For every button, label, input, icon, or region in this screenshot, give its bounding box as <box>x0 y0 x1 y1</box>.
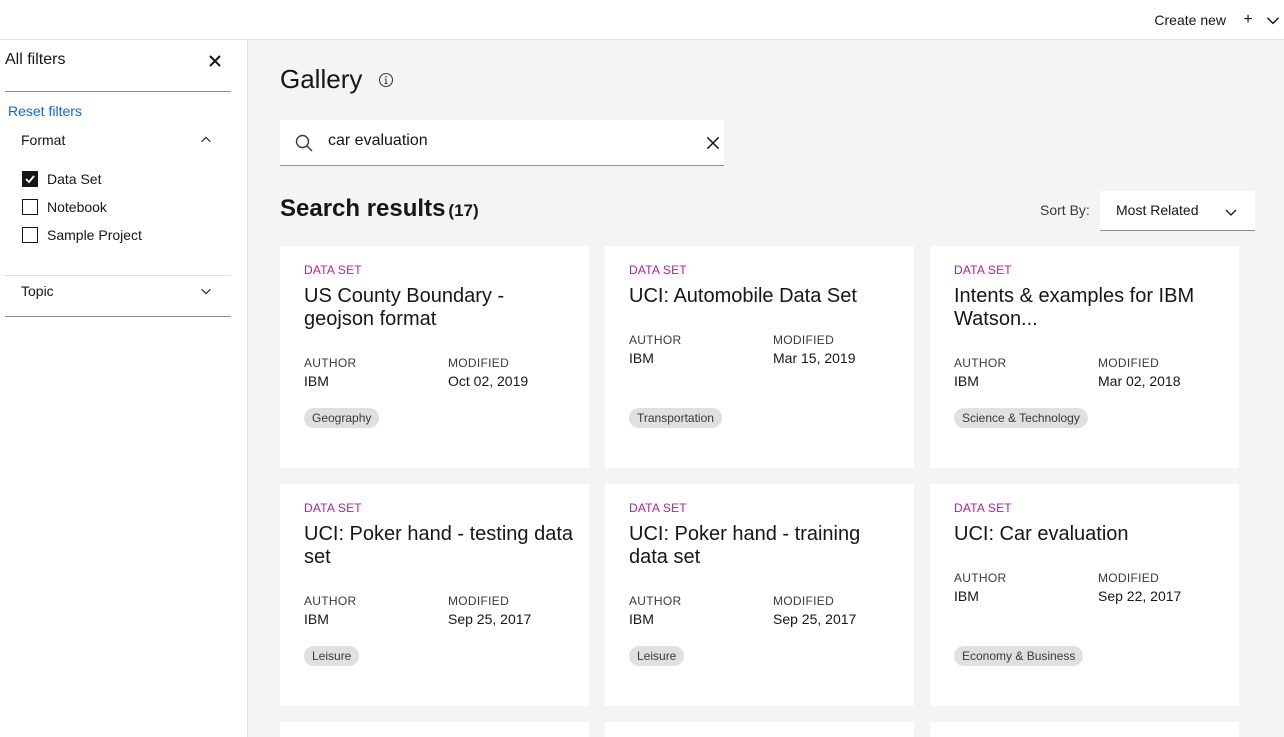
card-kind: DATA SET <box>629 263 687 277</box>
topic-tag: Economy & Business <box>954 646 1084 666</box>
card-title[interactable]: UCI: Automobile Data Set <box>629 285 899 308</box>
search-input[interactable] <box>328 132 688 150</box>
author-value: IBM <box>304 373 329 389</box>
topic-tag: Transportation <box>629 408 722 428</box>
topic-tag: Leisure <box>629 646 685 666</box>
dataset-card[interactable]: DATA SET Intents & examples for IBM Wats… <box>930 246 1239 468</box>
card-title[interactable]: UCI: Car evaluation <box>954 523 1224 546</box>
info-icon[interactable] <box>378 72 394 88</box>
card-title[interactable]: UCI: Poker hand - testing data set <box>304 523 574 569</box>
dataset-card[interactable]: DATA SET UCI: Car evaluation AUTHOR IBM M… <box>930 484 1239 706</box>
checkbox[interactable] <box>22 227 38 243</box>
topic-heading: Topic <box>21 283 54 299</box>
topic-accordion-header[interactable]: Topic <box>21 281 213 301</box>
search-results-heading: Search results (17) <box>280 195 479 223</box>
format-accordion-header[interactable]: Format <box>21 130 213 150</box>
format-heading: Format <box>21 132 66 148</box>
dataset-card[interactable]: DATA SET UCI: Automobile Data Set AUTHOR… <box>605 246 914 468</box>
topic-tag: Science & Technology <box>954 408 1088 428</box>
card-kind: DATA SET <box>629 501 687 515</box>
sort-label: Sort By: <box>1040 202 1090 218</box>
modified-value: Oct 02, 2019 <box>448 373 529 389</box>
filter-option-label: Notebook <box>47 199 107 215</box>
author-value: IBM <box>304 611 329 627</box>
modified-value: Sep 25, 2017 <box>448 611 532 627</box>
author-value: IBM <box>954 588 979 604</box>
modified-value: Sep 22, 2017 <box>1098 588 1182 604</box>
filters-title: All filters <box>5 51 66 68</box>
plus-icon: + <box>1243 11 1253 28</box>
divider <box>5 316 231 317</box>
dataset-card[interactable] <box>280 722 589 737</box>
card-title[interactable]: UCI: Poker hand - training data set <box>629 523 899 569</box>
modified-label: MODIFIED <box>448 356 510 370</box>
dataset-card[interactable]: DATA SET UCI: Poker hand - testing data … <box>280 484 589 706</box>
filter-option-label: Sample Project <box>47 227 142 243</box>
modified-label: MODIFIED <box>773 594 835 608</box>
author-label: AUTHOR <box>304 356 357 370</box>
close-icon[interactable] <box>207 53 223 69</box>
author-value: IBM <box>629 611 654 627</box>
card-kind: DATA SET <box>304 501 362 515</box>
search-icon <box>295 134 313 152</box>
filter-option-label: Data Set <box>47 171 102 187</box>
author-value: IBM <box>629 350 654 366</box>
page-title: Gallery <box>280 64 363 94</box>
topic-tag: Leisure <box>304 646 360 666</box>
card-title[interactable]: Intents & examples for IBM Watson... <box>954 285 1224 331</box>
results-count: (17) <box>448 201 479 220</box>
dataset-card[interactable]: DATA SET US County Boundary - geojson fo… <box>280 246 589 468</box>
filter-option-notebook[interactable]: Notebook <box>22 199 107 215</box>
author-label: AUTHOR <box>954 571 1007 585</box>
sort-dropdown[interactable]: Most Related <box>1100 191 1255 231</box>
card-kind: DATA SET <box>954 501 1012 515</box>
chevron-down-icon <box>1225 209 1237 216</box>
author-label: AUTHOR <box>304 594 357 608</box>
author-label: AUTHOR <box>629 333 682 347</box>
create-new-button[interactable]: Create new + <box>1154 0 1284 40</box>
author-label: AUTHOR <box>629 594 682 608</box>
filter-option-sample-project[interactable]: Sample Project <box>22 227 142 243</box>
dataset-card[interactable] <box>930 722 1239 737</box>
checkbox[interactable] <box>22 199 38 215</box>
card-title[interactable]: US County Boundary - geojson format <box>304 285 574 331</box>
modified-label: MODIFIED <box>1098 356 1160 370</box>
clear-search-icon[interactable] <box>704 134 722 152</box>
divider <box>5 91 231 92</box>
filter-option-data-set[interactable]: Data Set <box>22 171 101 187</box>
author-value: IBM <box>954 373 979 389</box>
checkmark-icon <box>25 175 35 184</box>
dataset-card[interactable] <box>605 722 914 737</box>
modified-value: Mar 02, 2018 <box>1098 373 1181 389</box>
card-kind: DATA SET <box>954 263 1012 277</box>
modified-value: Mar 15, 2019 <box>773 350 856 366</box>
reset-filters-link[interactable]: Reset filters <box>8 103 82 119</box>
modified-value: Sep 25, 2017 <box>773 611 857 627</box>
filters-sidebar: All filters Reset filters Format Data Se… <box>0 40 248 737</box>
create-new-label: Create new <box>1154 12 1226 28</box>
author-label: AUTHOR <box>954 356 1007 370</box>
top-bar: Create new + <box>0 0 1284 40</box>
chevron-down-icon <box>201 288 211 295</box>
modified-label: MODIFIED <box>773 333 835 347</box>
divider <box>5 275 231 276</box>
search-bar <box>280 120 724 166</box>
checkbox-checked[interactable] <box>22 171 38 187</box>
modified-label: MODIFIED <box>448 594 510 608</box>
dataset-card[interactable]: DATA SET UCI: Poker hand - training data… <box>605 484 914 706</box>
chevron-down-icon[interactable] <box>1264 11 1282 29</box>
topic-tag: Geography <box>304 408 380 428</box>
sort-value: Most Related <box>1116 202 1199 218</box>
chevron-up-icon <box>201 136 211 143</box>
card-kind: DATA SET <box>304 263 362 277</box>
results-label: Search results <box>280 195 446 222</box>
modified-label: MODIFIED <box>1098 571 1160 585</box>
